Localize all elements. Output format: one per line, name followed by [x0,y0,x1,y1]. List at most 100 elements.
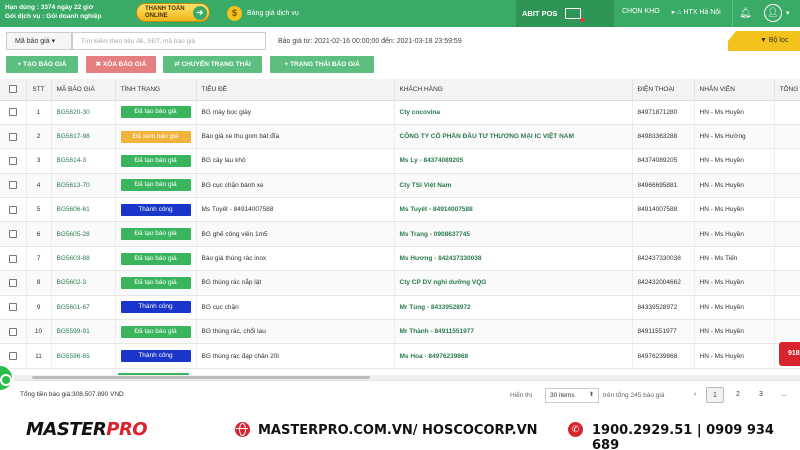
row-code-link[interactable]: BG5613-70 [57,182,90,189]
row-select-cell[interactable] [0,246,27,272]
scrollbar-thumb[interactable] [32,376,370,379]
row-checkbox[interactable] [8,278,17,287]
row-customer-link[interactable]: Mr Thành - 84911551977 [400,328,474,335]
status-badge[interactable]: Thành công [120,350,191,363]
quote-status-button[interactable]: + TRẠNG THÁI BÁO GIÁ [270,56,374,73]
row-select-cell[interactable] [0,295,27,321]
status-badge[interactable]: Đã tạo báo giá [120,252,191,265]
table-row[interactable]: 1 BG5620-30 Đã tạo báo giá BG máy bọc giày C… [0,100,800,125]
select-all-checkbox[interactable] [8,85,17,94]
header-title[interactable]: TIÊU ĐỀ [196,79,395,101]
row-checkbox[interactable] [8,327,17,336]
masterpro-logo: MASTERPRO [26,419,148,440]
row-code-link[interactable]: BG5606-61 [57,206,90,213]
status-badge[interactable]: Đã xem báo giá [120,130,191,143]
table-row[interactable]: 4 BG5613-70 Đã tạo báo giá BG cục chặn bánh… [0,173,800,199]
row-checkbox[interactable] [8,230,17,239]
table-row[interactable]: 3 BG5614-3 Đã tạo báo giá BG cây lau khô Ms … [0,148,800,174]
table-row[interactable]: 2 BG5617-98 Đã xem báo giá Báo giá xe thu g… [0,124,800,150]
status-badge[interactable]: Đã tạo báo giá [120,276,191,289]
status-badge[interactable]: Đã tạo báo giá [120,325,191,338]
hotline-tab[interactable]: 918 [779,342,800,366]
abit-pos-button[interactable]: ABIT POS [516,0,614,27]
row-select-cell[interactable] [0,221,27,247]
status-badge[interactable]: Đã tạo báo giá [120,228,191,241]
delete-quote-button[interactable]: ✖ XÓA BÁO GIÁ [86,56,156,73]
row-select-cell[interactable] [0,124,27,150]
row-code-link[interactable]: BG5602-3 [57,279,87,286]
row-customer-link[interactable]: Ms Hương - 842437330038 [400,255,482,262]
status-badge[interactable]: Thành công [120,203,191,216]
page-3-button[interactable]: 3 [752,387,770,403]
row-select-cell[interactable] [0,173,27,199]
row-code-link[interactable]: BG5601-67 [57,304,90,311]
table-row[interactable]: 9 BG5601-67 Thành công BG cục chặn Mr Tùng -… [0,295,800,321]
row-code-link[interactable]: BG5620-30 [57,109,90,116]
header-customer[interactable]: KHÁCH HÀNG [394,79,633,101]
status-badge[interactable]: Đã tạo báo giá [120,106,191,119]
warehouse-selector[interactable]: CHỌN KHO ▸ ⌂ HTX Hà Nội [622,8,721,16]
header-staff[interactable]: NHÂN VIÊN [694,79,775,101]
page-1-button[interactable]: 1 [706,387,724,403]
header-phone[interactable]: ĐIỆN THOẠI [632,79,695,101]
row-select-cell[interactable] [0,270,27,296]
row-customer-link[interactable]: Mr Tùng - 84339528972 [400,304,471,311]
row-checkbox[interactable] [8,132,17,141]
row-select-cell[interactable] [0,100,27,125]
bell-icon[interactable]: 🔔︎ [732,0,758,27]
page-more-button[interactable]: ... [775,387,793,403]
pay-online-button[interactable]: THANH TOÁN ONLINE ➔ [136,3,210,22]
filter-button[interactable]: ▼ Bộ lọc [728,31,800,51]
search-input[interactable] [72,32,266,50]
row-code-link[interactable]: BG5617-98 [57,133,90,140]
status-badge[interactable]: Thành công [120,301,191,314]
prev-page-icon[interactable]: ‹ [686,387,704,403]
page-size-select[interactable]: 30 items ⬍ [545,388,599,403]
row-checkbox[interactable] [8,108,17,117]
table-row[interactable]: 6 BG5605-28 Đã tạo báo giá BG ghế công viên… [0,221,800,247]
row-checkbox[interactable] [8,181,17,190]
table-row[interactable]: 10 BG5599-91 Đã tạo báo giá BG thùng rác, c… [0,319,800,345]
row-customer-link[interactable]: Ms Hoa - 84976239868 [400,353,469,360]
row-select-cell[interactable] [0,319,27,345]
row-customer-link[interactable]: CÔNG TY CỔ PHẦN ĐẦU TƯ THƯƠNG MẠI IC VIỆ… [400,133,574,140]
row-code-link[interactable]: BG5596-65 [57,353,90,360]
row-customer-link[interactable]: Ms Trang - 0908637745 [400,231,470,238]
row-checkbox[interactable] [8,254,17,263]
status-badge[interactable]: Đã tạo báo giá [120,154,191,167]
select-all-cell[interactable] [0,79,27,101]
row-customer-link[interactable]: Ms Tuyết - 84914007588 [400,206,473,213]
row-customer-link[interactable]: Cty CP DV nghỉ dưỡng VQG [400,279,487,286]
row-checkbox[interactable] [8,156,17,165]
page-2-button[interactable]: 2 [729,387,747,403]
row-code-link[interactable]: BG5599-91 [57,328,90,335]
row-customer-link[interactable]: Cty cocovina [400,109,440,116]
search-field-select[interactable]: Mã báo giá ▾ [6,32,72,50]
row-customer-link[interactable]: Ms Ly - 84374089205 [400,157,464,164]
row-checkbox[interactable] [8,352,17,361]
table-row[interactable]: 5 BG5606-61 Thành công Ms Tuyết - 849140075… [0,197,800,223]
row-code-cell: BG5599-91 [51,319,116,345]
header-stt[interactable]: STT [26,79,52,101]
row-checkbox[interactable] [8,303,17,312]
row-checkbox[interactable] [8,205,17,214]
user-avatar-icon[interactable]: 👤︎ [764,4,782,22]
header-status[interactable]: TÌNH TRẠNG [115,79,197,101]
table-row[interactable]: 7 BG5603-88 Đã tạo báo giá Báo giá thùng rá… [0,246,800,272]
row-code-link[interactable]: BG5605-28 [57,231,90,238]
change-status-button[interactable]: ⇄ CHUYỂN TRẠNG THÁI [163,56,262,73]
table-row[interactable]: 11 BG5596-65 Thành công BG thùng rác đạp ch… [0,343,800,369]
header-code[interactable]: MÃ BÁO GIÁ [51,79,116,101]
table-row[interactable]: 8 BG5602-3 Đã tạo báo giá BG thùng rác nắp … [0,270,800,296]
date-range-text[interactable]: Báo giá từ: 2021-02-16 00:00:00 đến: 202… [278,38,462,45]
header-total[interactable]: TỔNG [774,79,800,101]
chevron-down-icon[interactable]: ▾ [786,9,790,17]
row-code-link[interactable]: BG5614-3 [57,157,87,164]
row-code-link[interactable]: BG5603-88 [57,255,90,262]
price-list-link[interactable]: $ Bảng giá dịch vụ [227,6,299,21]
status-badge[interactable]: Đã tạo báo giá [120,179,191,192]
row-customer-link[interactable]: Cty TSI Việt Nam [400,182,452,189]
row-select-cell[interactable] [0,148,27,174]
row-select-cell[interactable] [0,197,27,223]
create-quote-button[interactable]: + TẠO BÁO GIÁ [6,56,78,73]
